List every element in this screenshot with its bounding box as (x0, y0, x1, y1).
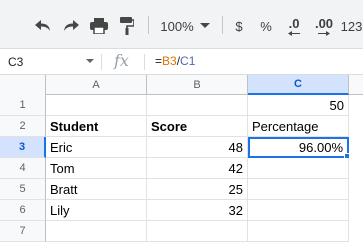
arrow-right-icon (318, 31, 330, 36)
decrease-decimal-button[interactable]: .0 (282, 13, 306, 39)
cell-c7[interactable] (248, 221, 349, 242)
currency-label: $ (235, 18, 243, 34)
more-formats-button[interactable]: 123 (340, 15, 363, 37)
cell-b5[interactable]: 25 (147, 179, 248, 200)
select-all-corner[interactable] (0, 75, 46, 95)
fx-icon: fx (114, 51, 129, 70)
cell-b2[interactable]: Score (147, 116, 248, 137)
column-header-row: A B C (0, 75, 363, 95)
formula-separator (144, 54, 145, 70)
row-header-7[interactable]: 7 (0, 221, 46, 242)
cell-a1[interactable] (46, 95, 147, 116)
paint-format-icon[interactable] (116, 15, 138, 37)
undo-icon[interactable] (32, 15, 54, 37)
formula-prefix: = (155, 54, 163, 68)
cell-c2[interactable]: Percentage (248, 116, 349, 137)
cell-a7[interactable] (46, 221, 147, 242)
chevron-down-icon (199, 23, 210, 28)
column-header-b[interactable]: B (147, 75, 248, 95)
zoom-value: 100% (160, 18, 194, 34)
toolbar-separator (148, 16, 149, 34)
toolbar-separator (222, 16, 223, 34)
increase-decimal-label: .00 (314, 16, 334, 31)
formula-reference-b3: B3 (162, 54, 177, 68)
spreadsheet-grid: A B C 1 2 3 4 5 6 7 50 Student Score Per… (0, 75, 363, 245)
print-icon[interactable] (88, 15, 110, 37)
row-header-1[interactable]: 1 (0, 95, 46, 116)
arrow-left-icon (288, 31, 300, 36)
cell-c5[interactable] (248, 179, 349, 200)
column-header-a[interactable]: A (46, 75, 147, 95)
zoom-select[interactable]: 100% (158, 15, 212, 37)
increase-decimal-button[interactable]: .00 (310, 13, 338, 39)
cell-a6[interactable]: Lily (46, 200, 147, 221)
cell-a2[interactable]: Student (46, 116, 147, 137)
row-header-3[interactable]: 3 (0, 137, 46, 158)
cell-b6[interactable]: 32 (147, 200, 248, 221)
decrease-decimal-label: .0 (288, 16, 300, 31)
row-header-4[interactable]: 4 (0, 158, 46, 179)
cell-c6[interactable] (248, 200, 349, 221)
column-header-c[interactable]: C (248, 75, 349, 95)
cell-b1[interactable] (147, 95, 248, 116)
row-header-6[interactable]: 6 (0, 200, 46, 221)
cell-c4[interactable] (248, 158, 349, 179)
name-box[interactable]: C3 (0, 49, 100, 74)
cell-a3[interactable]: Eric (46, 137, 147, 158)
formula-bar: C3 fx =B3/C1 (0, 49, 363, 75)
formula-separator (101, 54, 102, 70)
cell-b3[interactable]: 48 (147, 137, 248, 158)
cell-a4[interactable]: Tom (46, 158, 147, 179)
formula-reference-c1: C1 (180, 54, 196, 68)
cell-b4[interactable]: 42 (147, 158, 248, 179)
currency-format-button[interactable]: $ (230, 15, 248, 37)
chevron-down-icon[interactable] (86, 59, 94, 63)
percent-label: % (260, 18, 272, 34)
cell-c3[interactable]: 96.00% (248, 137, 349, 158)
row-header-2[interactable]: 2 (0, 116, 46, 137)
percent-format-button[interactable]: % (256, 15, 276, 37)
formula-input[interactable]: =B3/C1 (155, 54, 195, 68)
cell-a5[interactable]: Bratt (46, 179, 147, 200)
toolbar: 100% $ % .0 .00 123 (0, 0, 363, 49)
name-box-value: C3 (8, 54, 24, 69)
more-formats-label: 123 (340, 18, 363, 34)
cell-c1[interactable]: 50 (248, 95, 349, 116)
redo-icon[interactable] (60, 15, 82, 37)
cell-b7[interactable] (147, 221, 248, 242)
row-header-5[interactable]: 5 (0, 179, 46, 200)
